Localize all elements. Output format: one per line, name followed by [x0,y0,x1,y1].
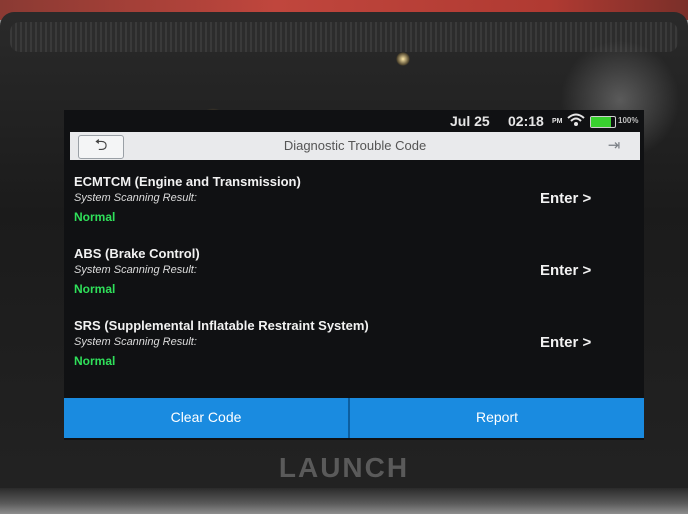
action-bar: Clear Code Report [64,398,644,438]
status-bar: Jul 25 02:18 PM 100% [64,110,644,130]
status-date: Jul 25 [450,113,490,129]
title-bar: Diagnostic Trouble Code ⮌ ⇥ [70,132,640,160]
exit-icon: ⇥ [607,137,621,154]
system-name: SRS (Supplemental Inflatable Restraint S… [74,318,369,333]
system-name: ECMTCM (Engine and Transmission) [74,174,301,189]
bezel-grip-band [10,22,678,52]
enter-button-ecmtcm[interactable]: Enter > [540,186,620,212]
enter-button-abs[interactable]: Enter > [540,258,620,284]
back-arrow-icon: ⮌ [94,137,108,154]
status-time: 02:18 [508,113,544,129]
system-scan-label: System Scanning Result: [74,336,197,348]
system-row-ecmtcm[interactable]: ECMTCM (Engine and Transmission) System … [74,174,634,240]
exit-button[interactable]: ⇥ [594,135,634,157]
clear-code-button[interactable]: Clear Code [64,398,348,438]
device-screen: Jul 25 02:18 PM 100% Diagnostic Trouble … [64,110,644,440]
system-scan-status: Normal [74,210,116,224]
page-title: Diagnostic Trouble Code [283,138,427,153]
system-scan-label: System Scanning Result: [74,264,197,276]
system-row-abs[interactable]: ABS (Brake Control) System Scanning Resu… [74,246,634,312]
device-brand-logo: LAUNCH [278,452,410,483]
battery-percent: 100% [618,116,639,125]
system-scan-status: Normal [74,354,116,368]
system-scan-label: System Scanning Result: [74,192,197,204]
enter-button-srs[interactable]: Enter > [540,330,620,356]
system-scan-status: Normal [74,282,116,296]
wifi-icon [566,112,586,131]
back-button[interactable]: ⮌ [78,135,124,159]
battery-level-fill [591,117,612,127]
report-button[interactable]: Report [350,398,644,438]
battery-icon [590,116,616,128]
system-name: ABS (Brake Control) [74,246,200,261]
device-bottom-edge [0,488,688,514]
system-row-srs[interactable]: SRS (Supplemental Inflatable Restraint S… [74,318,634,384]
status-ampm: PM [552,118,563,125]
